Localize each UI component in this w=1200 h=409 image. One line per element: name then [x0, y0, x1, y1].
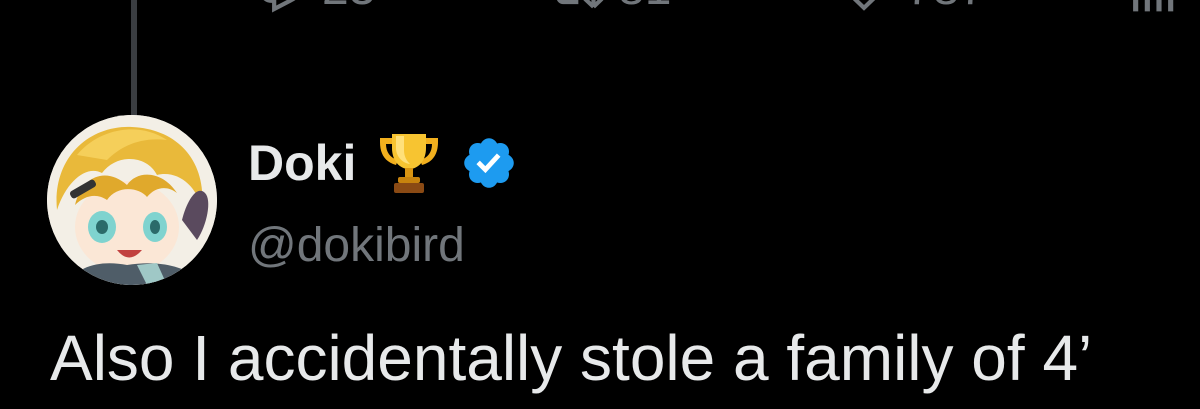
- reply-icon: [263, 0, 296, 13]
- user-handle[interactable]: @dokibird: [248, 218, 465, 273]
- previous-tweet-action-bar: 23 81 787: [0, 0, 1200, 16]
- verified-icon: [464, 138, 515, 188]
- heart-icon: [852, 0, 876, 11]
- display-name[interactable]: Doki: [248, 134, 356, 192]
- views-button[interactable]: [1128, 0, 1176, 16]
- repost-count: 81: [618, 0, 671, 16]
- avatar-image: [47, 115, 217, 285]
- tweet-author-header: Doki: [248, 128, 518, 198]
- tweet-text: Also I accidentally stole a family of 4’: [50, 322, 1093, 394]
- repost-icon: [557, 0, 604, 9]
- like-button[interactable]: 787: [836, 0, 986, 16]
- like-count: 787: [906, 0, 986, 16]
- reply-button[interactable]: 23: [252, 0, 375, 16]
- repost-button[interactable]: 81: [548, 0, 671, 16]
- trophy-icon: [380, 134, 439, 193]
- avatar[interactable]: [47, 115, 217, 285]
- thread-connector-line: [131, 0, 137, 118]
- views-icon: [1133, 0, 1174, 12]
- reply-count: 23: [322, 0, 375, 16]
